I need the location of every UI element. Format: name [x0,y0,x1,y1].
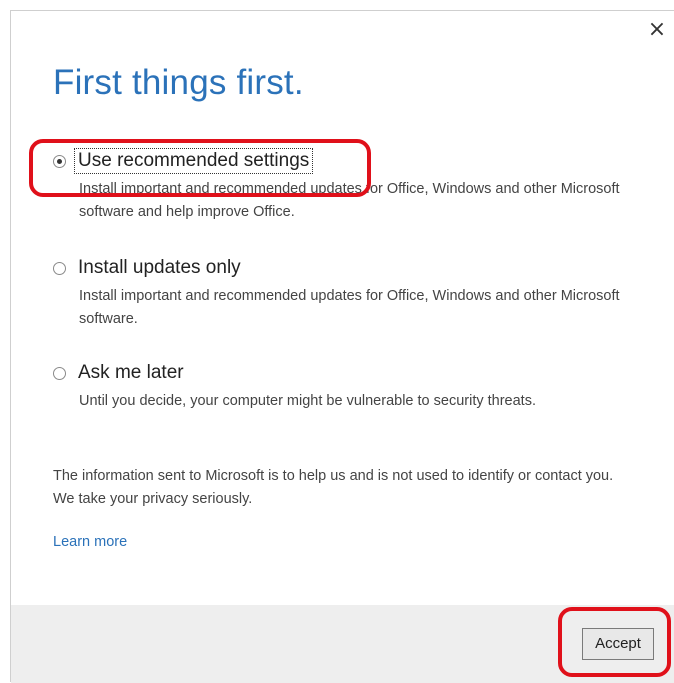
first-things-first-dialog: × First things first. Use recommended se… [10,10,674,683]
option-use-recommended: Use recommended settings Install importa… [53,148,639,224]
option-ask-me-later: Ask me later Until you decide, your comp… [53,361,639,413]
radio-button-checked[interactable] [53,154,66,168]
option-description-ask-me-later: Until you decide, your computer might be… [79,393,536,409]
option-description-install-updates-only: Install important and recommended update… [79,288,620,327]
option-label-ask-me-later[interactable]: Ask me later [75,361,187,385]
privacy-statement: We take your privacy seriously. [53,491,253,507]
radio-use-recommended[interactable]: Use recommended settings [53,148,639,174]
accept-button[interactable]: Accept [582,628,654,660]
radio-button-unchecked[interactable] [53,366,66,380]
dialog-footer: Accept [11,605,674,683]
option-label-install-updates-only[interactable]: Install updates only [75,256,244,280]
option-label-use-recommended[interactable]: Use recommended settings [73,148,314,174]
radio-button-unchecked[interactable] [53,261,66,275]
option-install-updates-only: Install updates only Install important a… [53,256,639,331]
learn-more-link[interactable]: Learn more [53,534,127,550]
close-icon[interactable]: × [646,19,668,41]
radio-install-updates-only[interactable]: Install updates only [53,256,639,280]
dialog-title: First things first. [53,63,304,102]
privacy-info-text: The information sent to Microsoft is to … [53,468,614,484]
option-description-use-recommended: Install important and recommended update… [79,181,620,220]
radio-ask-me-later[interactable]: Ask me later [53,361,639,385]
privacy-info: The information sent to Microsoft is to … [53,465,643,511]
